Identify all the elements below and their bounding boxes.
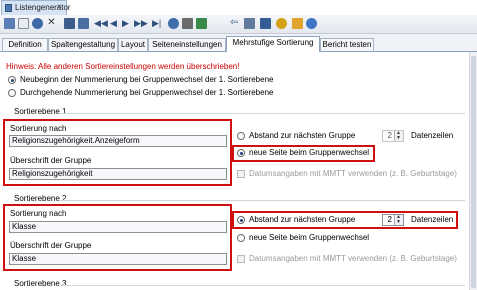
level-1-distance-unit: Datenzeilen <box>411 131 454 140</box>
delete-icon[interactable]: ✕ <box>46 18 57 29</box>
spin-down-icon[interactable]: ▼ <box>396 220 401 225</box>
level-1-heading-label: Überschrift der Gruppe <box>10 156 92 165</box>
level-1-newpage-label: neue Seite beim Gruppenwechsel <box>249 148 370 157</box>
level-1-divider <box>60 113 465 114</box>
level-2-distance-unit: Datenzeilen <box>411 215 454 224</box>
level-2-sort-label: Sortierung nach <box>10 209 67 218</box>
level-2-title: Sortierebene 2 <box>14 194 67 203</box>
level-2-distance-arrows[interactable]: ▲ ▼ <box>394 215 403 225</box>
level-3-divider <box>60 285 465 286</box>
tab-bericht-testen[interactable]: Bericht testen <box>320 38 374 51</box>
level-2-date-checkbox[interactable] <box>237 255 245 263</box>
list-generator-icon <box>5 4 12 12</box>
level-2-newpage-radio[interactable] <box>237 234 245 242</box>
tab-layout[interactable]: Layout <box>118 38 148 51</box>
close-icon[interactable]: × <box>57 2 62 11</box>
level-2-divider <box>60 200 465 201</box>
level-1-distance-stepper[interactable]: 2 ▲ ▼ <box>382 130 404 142</box>
level-2-newpage-label: neue Seite beim Gruppenwechsel <box>249 233 370 242</box>
refresh-icon[interactable] <box>168 18 179 29</box>
level-2-distance-label: Abstand zur nächsten Gruppe <box>249 215 356 224</box>
numbering-continuous-label: Durchgehende Nummerierung bei Gruppenwec… <box>20 88 274 97</box>
tab-spaltengestaltung[interactable]: Spaltengestaltung <box>48 38 118 51</box>
level-2-date-label: Datumsangaben mit MMTT verwenden (z. B. … <box>249 254 457 263</box>
vertical-scrollbar[interactable] <box>469 52 477 290</box>
level-1-title: Sortierebene 1 <box>14 107 67 116</box>
last-icon[interactable]: ▶| <box>152 18 163 29</box>
level-1-distance-label: Abstand zur nächsten Gruppe <box>249 131 356 140</box>
next-icon[interactable]: ▶▶ <box>134 18 148 29</box>
level-2-distance-radio[interactable] <box>237 216 245 224</box>
level-1-heading-field[interactable]: Religionszugehörigkeit <box>9 168 227 180</box>
settings-icon[interactable] <box>260 18 271 29</box>
level-1-distance-value: 2 <box>387 131 392 140</box>
document-tab[interactable]: Listengenerator × <box>1 0 71 15</box>
title-bar: Listengenerator × <box>0 0 477 16</box>
spin-down-icon[interactable]: ▼ <box>396 136 401 141</box>
level-1-newpage-radio[interactable] <box>237 149 245 157</box>
numbering-restart-label: Neubeginn der Nummerierung bei Gruppenwe… <box>20 75 274 84</box>
level-1-sort-label: Sortierung nach <box>10 124 67 133</box>
toolbar: ✕ ◀◀ ◀ ▶ ▶▶ ▶| ⇦ <box>0 15 477 34</box>
export-icon[interactable] <box>292 18 303 29</box>
tab-seiteneinstellungen[interactable]: Seiteneinstellungen <box>148 38 226 51</box>
level-2-heading-label: Überschrift der Gruppe <box>10 241 92 250</box>
table-icon[interactable] <box>196 18 207 29</box>
filter-icon[interactable] <box>182 18 193 29</box>
back-icon[interactable]: ⇦ <box>230 18 241 29</box>
level-2-distance-value: 2 <box>387 215 392 224</box>
tab-bar: Definition Spaltengestaltung Layout Seit… <box>0 34 477 52</box>
sorting-panel: Hinweis: Alle anderen Sortiereinstellung… <box>0 52 469 290</box>
save-icon[interactable] <box>4 18 15 29</box>
help-icon[interactable] <box>306 18 317 29</box>
numbering-continuous-radio[interactable] <box>8 89 16 97</box>
copy-icon[interactable] <box>18 18 29 29</box>
level-2-heading-field[interactable]: Klasse <box>9 253 227 265</box>
list-icon[interactable] <box>78 18 89 29</box>
first-icon[interactable]: ◀◀ <box>94 18 108 29</box>
scrollbar-thumb[interactable] <box>471 56 476 288</box>
level-2-distance-stepper[interactable]: 2 ▲ ▼ <box>382 214 404 226</box>
play-icon[interactable]: ▶ <box>122 18 133 29</box>
level-3-title: Sortierebene 3 <box>14 279 67 288</box>
hint-text: Hinweis: Alle anderen Sortiereinstellung… <box>6 62 240 71</box>
level-1-sort-field[interactable]: Religionszugehörigkeit.Anzeigeform <box>9 135 227 147</box>
tab-definition[interactable]: Definition <box>2 38 48 51</box>
undo-icon[interactable] <box>32 18 43 29</box>
numbering-restart-radio[interactable] <box>8 76 16 84</box>
tab-mehrstufige-sortierung[interactable]: Mehrstufige Sortierung <box>226 36 320 52</box>
level-1-date-checkbox[interactable] <box>237 170 245 178</box>
level-1-distance-radio[interactable] <box>237 132 245 140</box>
print-icon[interactable] <box>244 18 255 29</box>
tip-icon[interactable] <box>276 18 287 29</box>
level-1-date-label: Datumsangaben mit MMTT verwenden (z. B. … <box>249 169 457 178</box>
level-1-distance-arrows[interactable]: ▲ ▼ <box>394 131 403 141</box>
window-title: Listengenerator <box>15 3 71 12</box>
new-icon[interactable] <box>64 18 75 29</box>
level-2-sort-field[interactable]: Klasse <box>9 221 227 233</box>
prev-icon[interactable]: ◀ <box>110 18 121 29</box>
